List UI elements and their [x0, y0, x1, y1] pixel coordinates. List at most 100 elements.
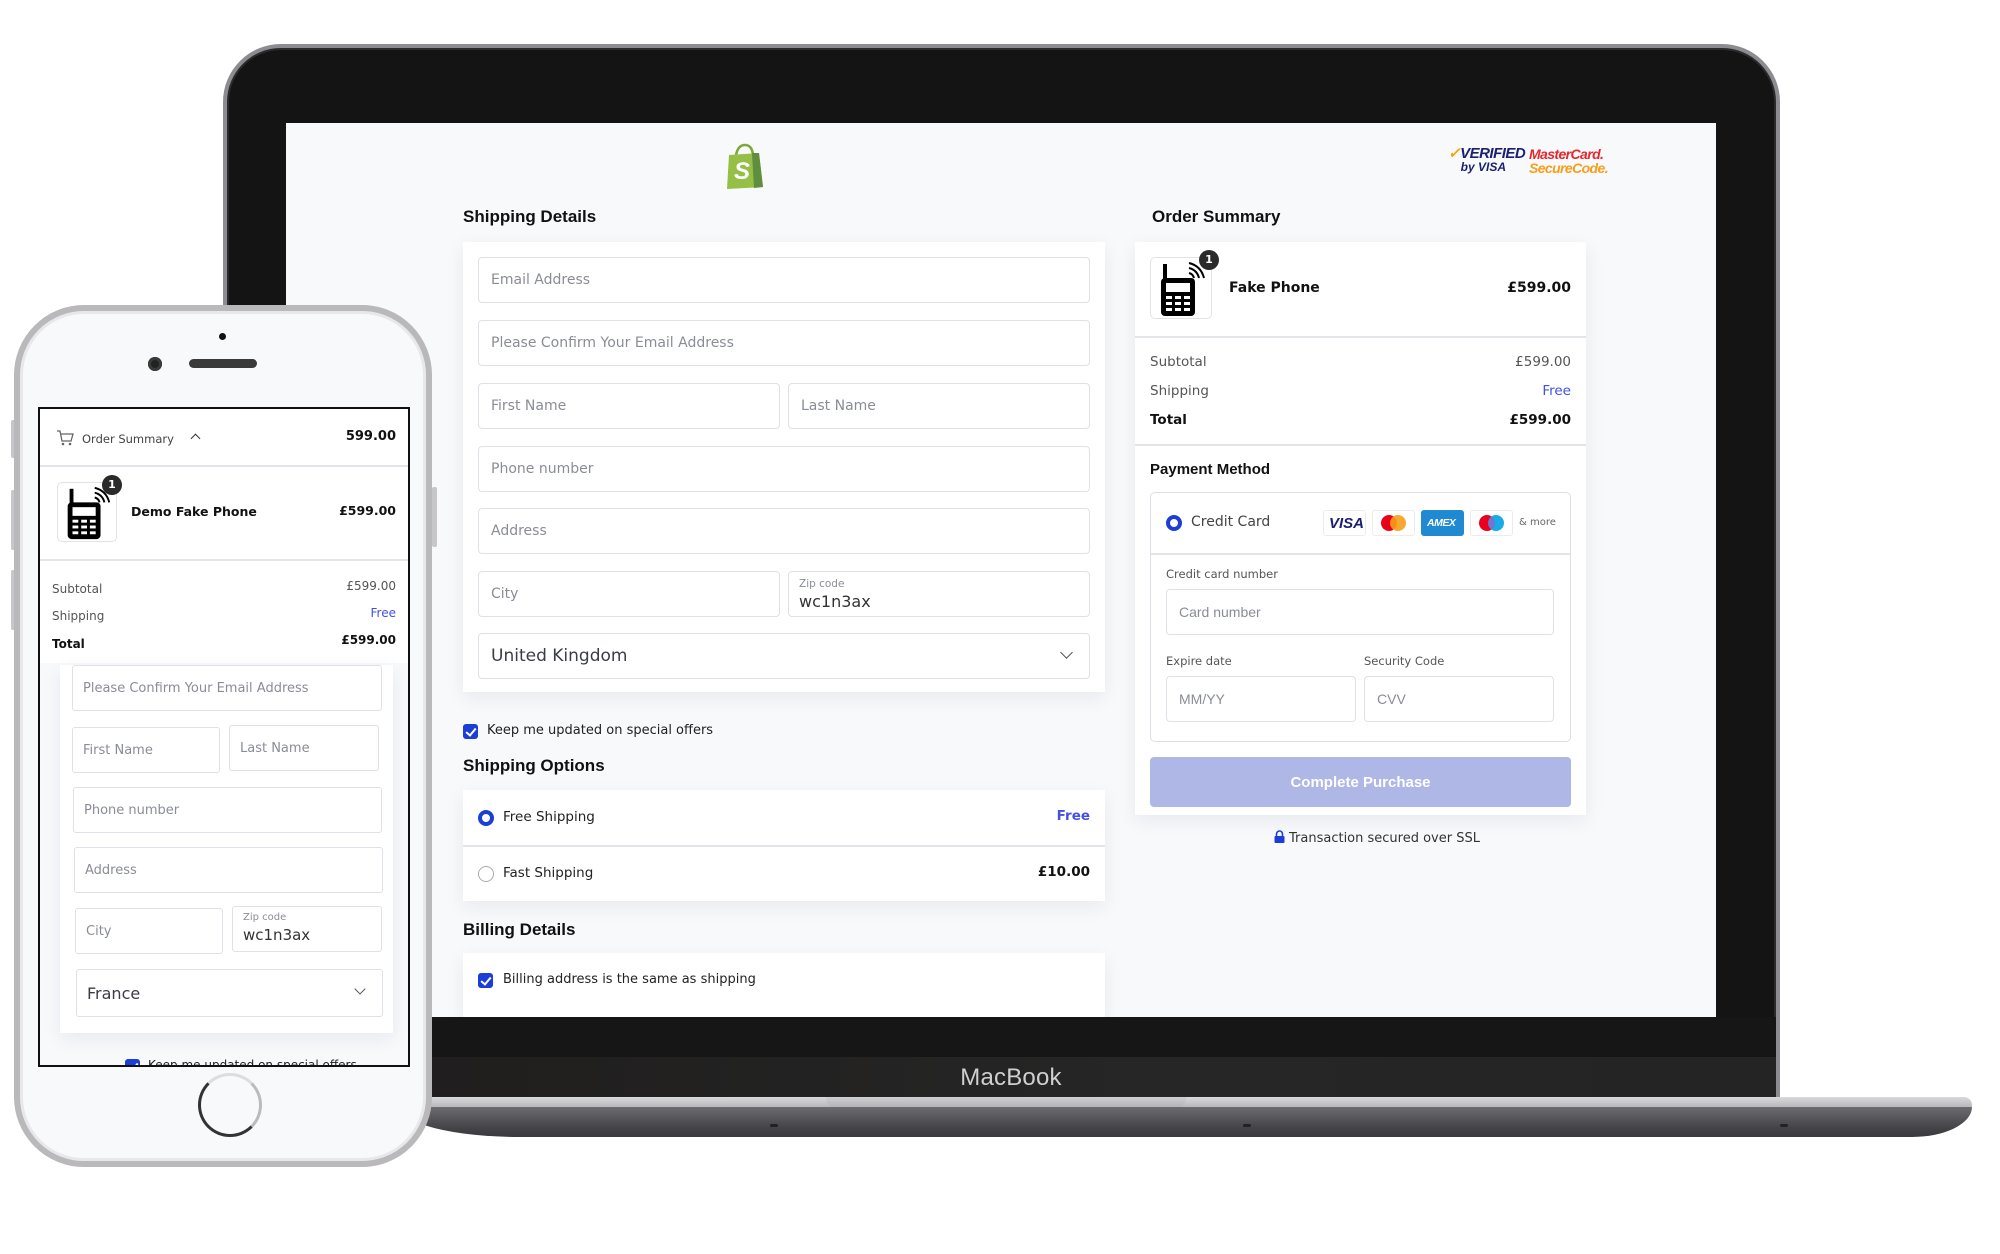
zip-code-field[interactable]: Zip code wc1n3ax: [788, 571, 1090, 617]
security-code-field[interactable]: CVV: [1364, 676, 1554, 722]
last-name-placeholder: Last Name: [240, 741, 310, 756]
zip-code-label: Zip code: [799, 578, 845, 590]
mobile-newsletter-checkbox[interactable]: [125, 1059, 140, 1065]
billing-same-checkbox[interactable]: [478, 973, 493, 988]
mastercard-logo-icon: [1372, 510, 1415, 536]
radio-selected[interactable]: [1166, 515, 1182, 531]
newsletter-checkbox[interactable]: [463, 724, 478, 739]
mobile-summary-total: 599.00: [345, 429, 396, 444]
order-summary-heading: Order Summary: [1152, 207, 1281, 226]
ssl-note-text: Transaction secured over SSL: [1289, 831, 1480, 846]
mobile-order-item: 1 Demo Fake Phone £599.00: [40, 467, 408, 559]
laptop-screen: S ✓VERIFIED by VISA MasterCard. SecureCo…: [286, 123, 1716, 1017]
quantity-badge: 1: [1199, 250, 1219, 270]
chevron-down-icon: [354, 983, 366, 995]
mobile-product-name: Demo Fake Phone: [131, 504, 257, 519]
country-select[interactable]: United Kingdom: [478, 633, 1090, 679]
phone-sensor: [219, 333, 226, 340]
country-selected-value: United Kingdom: [491, 646, 628, 666]
city-field[interactable]: City: [478, 571, 780, 617]
shipping-option-price: £10.00: [1037, 864, 1090, 880]
mobile-last-name-field[interactable]: Last Name: [229, 725, 379, 771]
mobile-phone-field[interactable]: Phone number: [73, 787, 382, 833]
mobile-address-field[interactable]: Address: [74, 847, 383, 893]
email-placeholder: Email Address: [491, 272, 591, 288]
product-thumbnail: 1: [1150, 250, 1219, 319]
last-name-placeholder: Last Name: [801, 398, 876, 414]
billing-details-heading: Billing Details: [463, 920, 576, 939]
laptop-hinge: [400, 1097, 1972, 1107]
mobile-first-name-field[interactable]: First Name: [72, 727, 220, 773]
lock-icon: [1274, 830, 1285, 843]
credit-card-option[interactable]: Credit Card VISA AMEX & more: [1151, 493, 1570, 553]
amex-logo-icon: AMEX: [1421, 510, 1464, 536]
mobile-order-summary-toggle[interactable]: Order Summary 599.00: [40, 409, 408, 465]
shipping-value: Free: [1542, 383, 1571, 399]
mobile-newsletter-label: Keep me updated on special offers: [148, 1058, 357, 1067]
phone-camera-icon: [148, 357, 162, 371]
ssl-note: Transaction secured over SSL: [1274, 830, 1480, 846]
security-code-placeholder: CVV: [1377, 691, 1406, 707]
credit-card-box: Credit Card VISA AMEX & more Credit card…: [1150, 492, 1571, 742]
radio-selected[interactable]: [478, 810, 494, 826]
laptop-foot: [1780, 1124, 1788, 1127]
credit-card-label: Credit Card: [1191, 514, 1271, 530]
card-number-field[interactable]: Card number: [1166, 589, 1554, 635]
country-selected-value: France: [87, 984, 141, 1003]
mobile-city-field[interactable]: City: [75, 908, 223, 954]
first-name-field[interactable]: First Name: [478, 383, 780, 429]
card-number-label: Credit card number: [1166, 567, 1278, 581]
shipping-option-fast[interactable]: Fast Shipping £10.00: [463, 846, 1105, 901]
laptop-foot: [1243, 1124, 1251, 1127]
first-name-placeholder: First Name: [83, 743, 153, 758]
mobile-confirm-email-field[interactable]: Please Confirm Your Email Address: [72, 665, 382, 711]
shipping-options-heading: Shipping Options: [463, 756, 605, 775]
shipping-option-label: Fast Shipping: [503, 865, 594, 881]
last-name-field[interactable]: Last Name: [788, 383, 1090, 429]
total-label: Total: [1150, 412, 1187, 428]
address-placeholder: Address: [491, 523, 547, 539]
total-value: £599.00: [1509, 412, 1572, 428]
newsletter-label: Keep me updated on special offers: [487, 723, 714, 738]
mobile-total-label: Total: [52, 637, 85, 651]
radio-unselected[interactable]: [478, 866, 494, 882]
expire-date-placeholder: MM/YY: [1179, 691, 1225, 707]
mobile-zip-code-field[interactable]: Zip code wc1n3ax: [232, 906, 382, 952]
complete-purchase-button[interactable]: Complete Purchase: [1150, 757, 1571, 807]
laptop-foot: [770, 1124, 778, 1127]
shipping-option-price: Free: [1056, 808, 1090, 824]
expire-date-field[interactable]: MM/YY: [1166, 676, 1356, 722]
product-price: £599.00: [1507, 280, 1571, 296]
subtotal-label: Subtotal: [1150, 354, 1207, 370]
phone-number-field[interactable]: Phone number: [478, 446, 1090, 492]
address-field[interactable]: Address: [478, 508, 1090, 554]
confirm-email-field[interactable]: Please Confirm Your Email Address: [478, 320, 1090, 366]
zip-code-value: wc1n3ax: [799, 592, 871, 611]
shipping-option-free[interactable]: Free Shipping Free: [463, 790, 1105, 845]
zip-code-label: Zip code: [243, 912, 287, 923]
divider: [1135, 336, 1586, 338]
expire-date-label: Expire date: [1166, 654, 1232, 668]
shipping-details-card: Email Address Please Confirm Your Email …: [463, 242, 1105, 692]
shipping-details-heading: Shipping Details: [463, 207, 597, 226]
confirm-email-placeholder: Please Confirm Your Email Address: [83, 681, 309, 696]
billing-same-label: Billing address is the same as shipping: [503, 972, 756, 987]
laptop-base: [400, 1107, 1972, 1137]
shopify-logo-icon: S: [727, 143, 763, 189]
mobile-shipping-value: Free: [370, 606, 396, 620]
shipping-options-card: Free Shipping Free Fast Shipping £10.00: [463, 790, 1105, 901]
chevron-down-icon: [1060, 646, 1073, 659]
mobile-subtotal-label: Subtotal: [52, 582, 103, 596]
svg-text:S: S: [734, 158, 750, 185]
quantity-badge: 1: [102, 475, 122, 495]
payment-method-heading: Payment Method: [1150, 461, 1271, 478]
phone-screen: Order Summary 599.00 1 Demo Fake Phone £…: [38, 407, 410, 1067]
subtotal-value: £599.00: [1515, 354, 1571, 370]
zip-code-value: wc1n3ax: [243, 926, 311, 944]
divider: [1151, 553, 1570, 555]
mobile-country-select[interactable]: France: [76, 969, 383, 1017]
email-field[interactable]: Email Address: [478, 257, 1090, 303]
shipping-label: Shipping: [1150, 383, 1209, 399]
mobile-product-price: £599.00: [339, 503, 396, 518]
first-name-placeholder: First Name: [491, 398, 567, 414]
